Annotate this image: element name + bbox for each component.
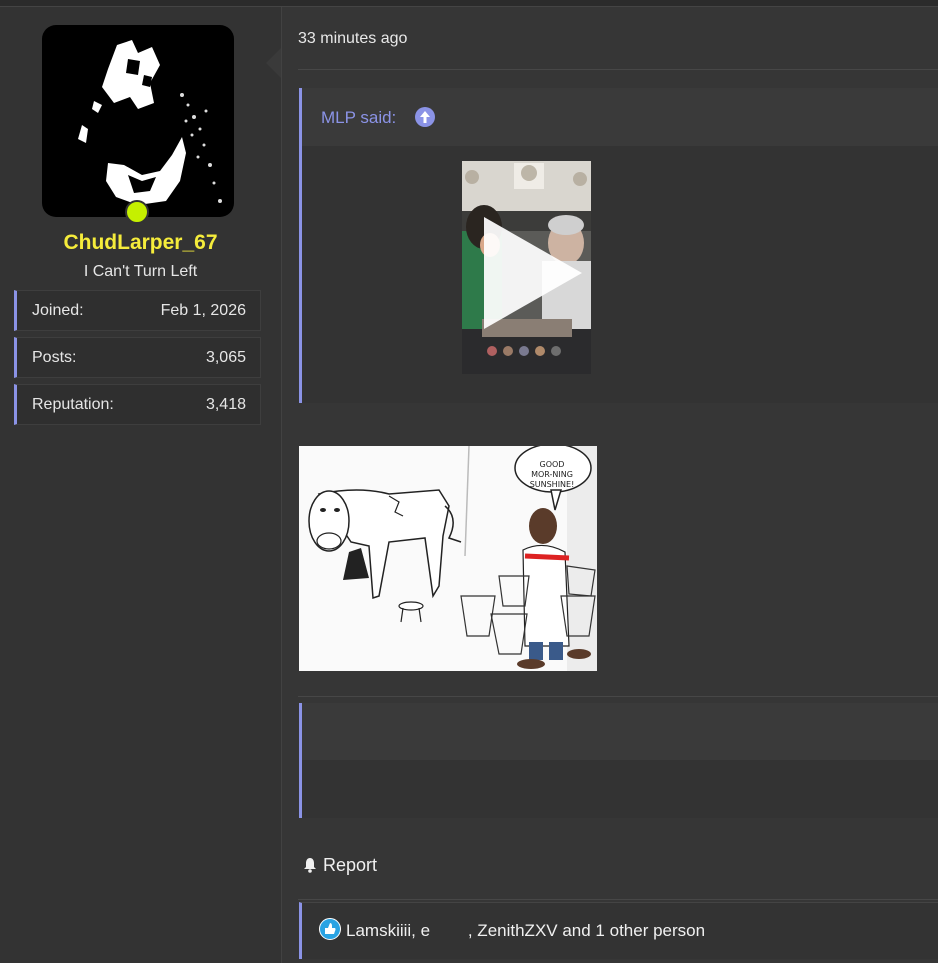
online-status-dot (125, 200, 149, 224)
top-border (0, 0, 938, 7)
speech-line-2: MOR-NING (531, 470, 573, 479)
speech-line-3: SUNSHINE! (530, 480, 575, 489)
stat-label: Reputation: (32, 396, 114, 413)
divider (298, 899, 938, 900)
stat-posts: Posts: 3,065 (14, 337, 261, 378)
quote-block: MLP said: (299, 88, 938, 403)
quote-header: MLP said: (302, 88, 938, 146)
empty-quote-block (299, 703, 938, 818)
arrow-up-circle-icon[interactable] (415, 107, 435, 127)
cartoon-image[interactable]: GOOD MOR-NING SUNSHINE! (299, 446, 597, 671)
message-pointer-arrow (266, 48, 281, 78)
stat-joined: Joined: Feb 1, 2026 (14, 290, 261, 331)
stat-label: Joined: (32, 302, 84, 319)
stat-reputation: Reputation: 3,418 (14, 384, 261, 425)
speech-line-1: GOOD (540, 460, 565, 469)
user-title: I Can't Turn Left (83, 263, 198, 280)
reactions-list[interactable]: Lamskiiii, e , ZenithZXV and 1 other per… (346, 921, 705, 941)
username[interactable]: ChudLarper_67 (0, 231, 281, 255)
thumbs-up-icon (319, 918, 341, 940)
divider (298, 696, 938, 697)
stat-value: 3,418 (205, 396, 246, 413)
video-embed[interactable] (462, 161, 591, 374)
post-timestamp[interactable]: 33 minutes ago (298, 30, 407, 48)
divider (298, 69, 938, 70)
cartoon-drawing: GOOD MOR-NING SUNSHINE! (299, 446, 597, 671)
report-label[interactable]: Report (323, 855, 377, 875)
user-sidebar: ChudLarper_67 I Can't Turn Left Joined: … (0, 7, 282, 963)
stat-label: Posts: (32, 349, 77, 366)
user-avatar[interactable] (42, 25, 234, 217)
quote-author-link[interactable]: MLP said: (321, 108, 396, 128)
reactions-bar: Lamskiiii, e , ZenithZXV and 1 other per… (299, 902, 938, 959)
avatar-skull-art (78, 40, 222, 205)
play-icon[interactable] (484, 217, 582, 329)
report-link[interactable]: Report (302, 855, 377, 876)
quote-content (302, 146, 938, 403)
stat-value[interactable]: 3,065 (206, 349, 246, 367)
stat-value: Feb 1, 2026 (160, 302, 246, 319)
bell-icon (302, 855, 323, 875)
empty-quote-content (302, 760, 938, 818)
